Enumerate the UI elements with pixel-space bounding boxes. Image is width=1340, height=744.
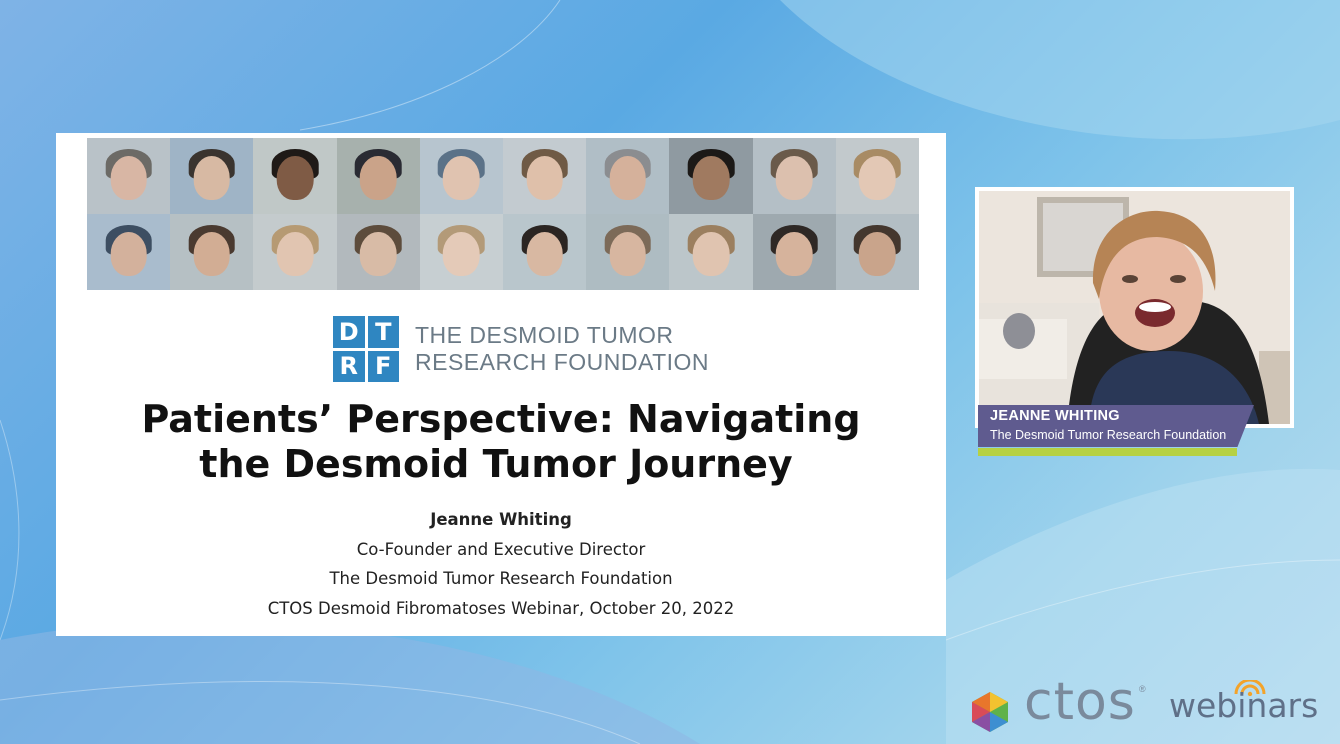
- patient-photo: [170, 138, 254, 214]
- presenter-name: Jeanne Whiting: [430, 510, 572, 529]
- dtrf-logo-mark: D T R F: [333, 316, 399, 382]
- patient-photo-grid: [87, 138, 919, 290]
- registered-mark: ®: [1139, 684, 1146, 694]
- patient-photo: [87, 214, 171, 290]
- patient-photo: [170, 214, 254, 290]
- logo-line-2: RESEARCH FOUNDATION: [415, 349, 710, 375]
- speaker-nameplate: JEANNE WHITING The Desmoid Tumor Researc…: [978, 405, 1254, 456]
- patient-photo: [752, 138, 836, 214]
- presenter-info: Jeanne Whiting Co-Founder and Executive …: [56, 505, 946, 623]
- patient-photo: [586, 138, 670, 214]
- patient-photo: [669, 214, 753, 290]
- speaker-video-frame: [979, 191, 1290, 424]
- logo-letter: F: [367, 350, 399, 382]
- slide-title-line-2: the Desmoid Tumor Journey: [199, 442, 793, 486]
- speaker-video-image: [979, 191, 1290, 424]
- ctos-webinars-brand: ctos ® webinars: [968, 672, 1338, 740]
- patient-photo: [253, 138, 337, 214]
- ctos-wordmark: ctos: [1024, 672, 1136, 732]
- patient-photo: [502, 138, 587, 214]
- logo-line-1: THE DESMOID TUMOR: [415, 322, 674, 348]
- speaker-organization: The Desmoid Tumor Research Foundation: [990, 428, 1227, 442]
- webinars-wordmark: webinars: [1169, 686, 1319, 725]
- patient-photo: [419, 138, 503, 214]
- presentation-slide: D T R F THE DESMOID TUMOR RESEARCH FOUND…: [56, 133, 946, 636]
- patient-photo: [336, 138, 420, 214]
- dtrf-logo: D T R F THE DESMOID TUMOR RESEARCH FOUND…: [333, 316, 709, 382]
- slide-title-line-1: Patients’ Perspective: Navigating: [141, 397, 861, 441]
- event-name: CTOS Desmoid Fibromatoses Webinar, Octob…: [267, 598, 735, 618]
- patient-photo: [87, 138, 171, 214]
- presenter-organization: The Desmoid Tumor Research Foundation: [329, 569, 673, 588]
- logo-letter: R: [333, 350, 365, 382]
- patient-photo: [502, 214, 587, 290]
- patient-photo: [336, 214, 420, 290]
- speaker-video: [975, 187, 1294, 428]
- patient-photo: [253, 214, 337, 290]
- logo-letter: T: [367, 316, 399, 348]
- logo-letter: D: [333, 316, 365, 348]
- patient-photo: [835, 214, 919, 290]
- patient-photo: [586, 214, 670, 290]
- dtrf-logo-wordmark: THE DESMOID TUMOR RESEARCH FOUNDATION: [415, 322, 709, 376]
- slide-title: Patients’ Perspective: Navigating the De…: [56, 397, 946, 487]
- patient-photo: [669, 138, 753, 214]
- patient-photo: [835, 138, 919, 214]
- patient-photo: [752, 214, 836, 290]
- ctos-logo-icon: [972, 692, 1008, 732]
- presenter-role: Co-Founder and Executive Director: [356, 539, 646, 559]
- speaker-name: JEANNE WHITING: [990, 408, 1120, 424]
- nameplate-accent-bar: [978, 448, 1237, 456]
- patient-photo: [419, 214, 503, 290]
